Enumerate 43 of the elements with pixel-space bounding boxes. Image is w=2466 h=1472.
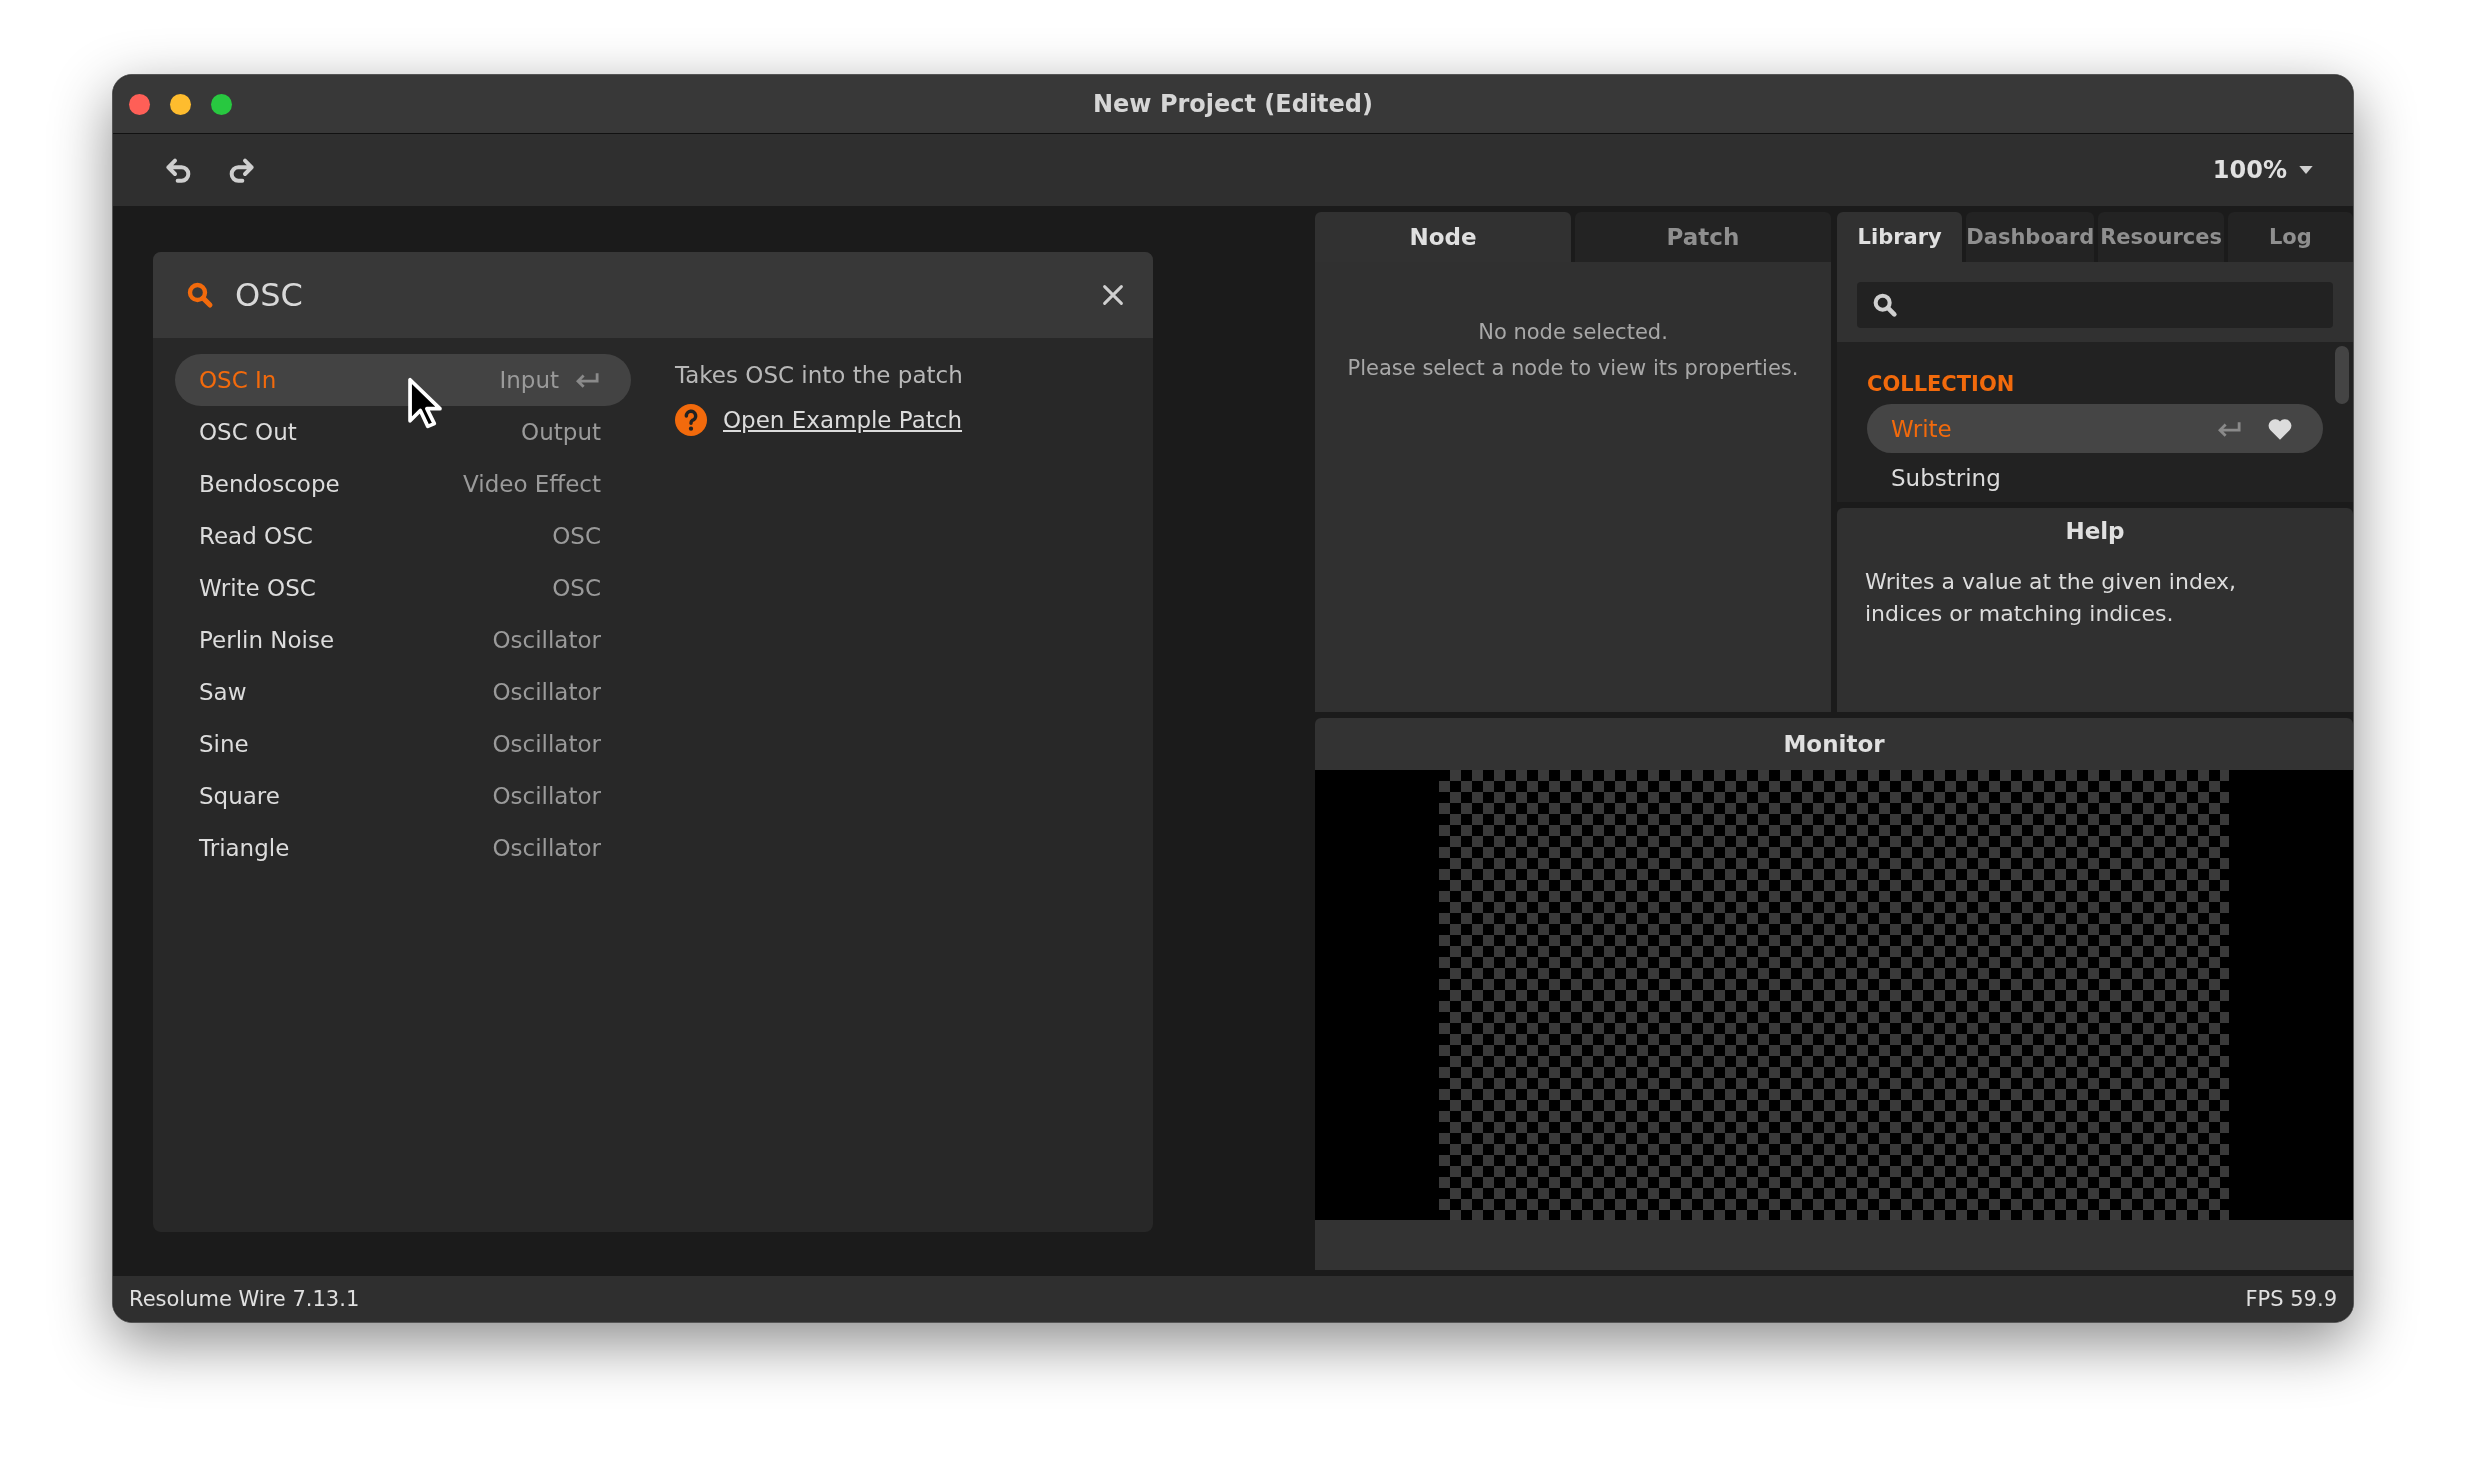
inspector-tab[interactable]: Node: [1315, 212, 1571, 262]
heart-icon[interactable]: [2267, 416, 2293, 441]
result-item[interactable]: Saw Oscillator: [175, 666, 631, 718]
node-description: Takes OSC into the patch: [675, 362, 963, 388]
close-window-button[interactable]: [129, 94, 150, 115]
help-icon: [675, 404, 707, 436]
result-item[interactable]: Bendoscope Video Effect: [175, 458, 631, 510]
library-tab[interactable]: Resources: [2098, 212, 2224, 262]
search-icon: [1871, 291, 1899, 319]
library-tab[interactable]: Log: [2227, 212, 2353, 262]
result-item[interactable]: Sine Oscillator: [175, 718, 631, 770]
library-search-field[interactable]: [1857, 282, 2333, 328]
inspector-tab[interactable]: Patch: [1575, 212, 1831, 262]
help-title: Help: [2065, 518, 2125, 544]
result-item[interactable]: Perlin Noise Oscillator: [175, 614, 631, 666]
library-tab[interactable]: Dashboard: [1966, 212, 2095, 262]
search-field[interactable]: OSC: [153, 252, 1153, 338]
zoom-dropdown[interactable]: 100%: [2212, 156, 2313, 184]
result-item[interactable]: Triangle Oscillator: [175, 822, 631, 874]
result-item[interactable]: OSC In Input: [175, 354, 631, 406]
enter-icon: [573, 371, 601, 389]
library-tab[interactable]: Library: [1837, 212, 1963, 262]
minimize-window-button[interactable]: [170, 94, 191, 115]
empty-message: No node selected.: [1478, 320, 1668, 344]
open-example-patch-link[interactable]: Open Example Patch: [723, 407, 962, 433]
library-item[interactable]: Substring: [1867, 453, 2323, 502]
zoom-window-button[interactable]: [211, 94, 232, 115]
search-icon: [185, 280, 215, 310]
app-version: Resolume Wire 7.13.1: [129, 1287, 360, 1311]
result-item[interactable]: Square Oscillator: [175, 770, 631, 822]
result-item[interactable]: OSC Out Output: [175, 406, 631, 458]
help-text: Writes a value at the given index, indices or matching indices.: [1865, 568, 2238, 628]
monitor-title: Monitor: [1782, 730, 1886, 759]
caret-icon: [2299, 166, 2313, 174]
empty-message: Please select a node to view its properties.: [1347, 356, 1799, 380]
result-item[interactable]: Write OSC OSC: [175, 562, 631, 614]
enter-icon: [2215, 419, 2243, 438]
fps-readout: FPS 59.9: [2245, 1287, 2337, 1311]
scrollbar-thumb[interactable]: [2335, 346, 2349, 404]
section-heading: COLLECTION: [1867, 372, 2016, 396]
result-item[interactable]: Read OSC OSC: [175, 510, 631, 562]
window-title: New Project (Edited): [1093, 90, 1373, 118]
close-icon[interactable]: [1101, 283, 1125, 307]
